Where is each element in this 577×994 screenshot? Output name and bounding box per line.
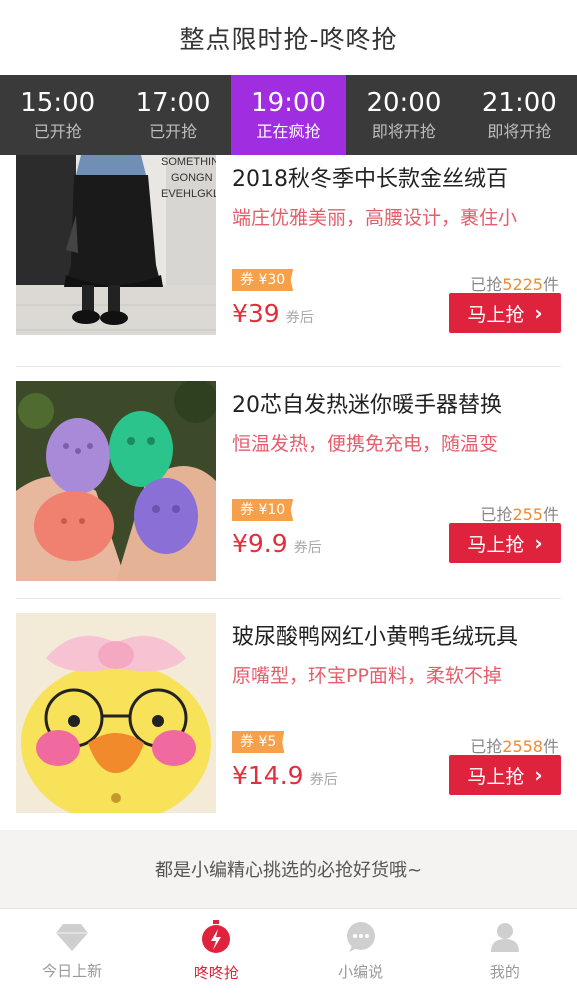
product-item[interactable]: 玻尿酸鸭网红小黄鸭毛绒玩具 原嘴型，环宝PP面料，柔软不掉 券 ¥5 已抢255… bbox=[0, 599, 577, 830]
sold-suffix: 件 bbox=[542, 737, 559, 756]
product-image-yellow-duck[interactable] bbox=[16, 613, 216, 813]
page-header: 整点限时抢-咚咚抢 bbox=[0, 0, 577, 75]
price-value: ¥14.9 bbox=[232, 761, 304, 790]
sold-suffix: 件 bbox=[542, 505, 559, 524]
product-image-hand-warmers[interactable] bbox=[16, 381, 216, 581]
product-image-skirt[interactable]: SOMETHIN GONGN EVEHLGKLY bbox=[16, 155, 216, 335]
chevron-right-icon: › bbox=[534, 301, 543, 325]
product-desc: 原嘴型，环宝PP面料，柔软不掉 bbox=[232, 665, 502, 687]
grab-now-button[interactable]: 马上抢 › bbox=[449, 293, 561, 333]
sold-number: 5225 bbox=[502, 275, 543, 294]
product-title[interactable]: 20芯自发热迷你暖手器替换 bbox=[232, 387, 563, 419]
nav-editor-says[interactable]: 小编说 bbox=[289, 909, 433, 994]
page-title: 整点限时抢-咚咚抢 bbox=[179, 24, 398, 54]
product-item[interactable]: SOMETHIN GONGN EVEHLGKLY 2018秋冬季中长款金丝绒百 … bbox=[0, 155, 577, 367]
time-tab-time: 19:00 bbox=[251, 88, 326, 118]
grab-button-label: 马上抢 bbox=[467, 765, 525, 788]
time-tab-status: 即将开抢 bbox=[371, 122, 436, 141]
nav-label: 今日上新 bbox=[42, 962, 103, 980]
time-tab-2100[interactable]: 21:00 即将开抢 bbox=[462, 75, 577, 155]
grab-button-label: 马上抢 bbox=[467, 303, 525, 326]
product-title[interactable]: 2018秋冬季中长款金丝绒百 bbox=[232, 161, 563, 193]
nav-label: 小编说 bbox=[338, 963, 384, 981]
sold-prefix: 已抢 bbox=[480, 505, 513, 524]
sold-prefix: 已抢 bbox=[470, 737, 503, 756]
time-tab-2000[interactable]: 20:00 即将开抢 bbox=[346, 75, 461, 155]
price-after-coupon: 券后 bbox=[293, 540, 322, 556]
grab-now-button[interactable]: 马上抢 › bbox=[449, 755, 561, 795]
coupon-badge: 券 ¥30 bbox=[232, 269, 294, 291]
time-tab-status: 已开抢 bbox=[149, 122, 198, 141]
product-desc: 恒温发热，便携免充电，随温变 bbox=[232, 433, 499, 455]
sold-prefix: 已抢 bbox=[470, 275, 503, 294]
time-tab-status: 已开抢 bbox=[33, 122, 82, 141]
chevron-right-icon: › bbox=[534, 763, 543, 787]
price-value: ¥39 bbox=[232, 299, 280, 328]
sold-suffix: 件 bbox=[542, 275, 559, 294]
price-after-coupon: 券后 bbox=[309, 772, 338, 788]
product-list[interactable]: SOMETHIN GONGN EVEHLGKLY 2018秋冬季中长款金丝绒百 … bbox=[0, 155, 577, 830]
sold-number: 255 bbox=[512, 505, 543, 524]
sold-number: 2558 bbox=[502, 737, 543, 756]
grab-button-label: 马上抢 bbox=[467, 533, 525, 556]
product-desc: 端庄优雅美丽，高腰设计，裹住小 bbox=[232, 207, 518, 229]
chat-icon bbox=[344, 921, 378, 957]
nav-label: 我的 bbox=[489, 963, 520, 981]
product-item[interactable]: 20芯自发热迷你暖手器替换 恒温发热，便携免充电，随温变 券 ¥10 已抢255… bbox=[0, 367, 577, 599]
product-price: ¥39 券后 bbox=[232, 299, 314, 328]
product-price: ¥9.9 券后 bbox=[232, 529, 322, 558]
nav-mine[interactable]: 我的 bbox=[433, 909, 577, 994]
product-price: ¥14.9 券后 bbox=[232, 761, 338, 790]
coupon-badge: 券 ¥10 bbox=[232, 499, 294, 521]
diamond-icon bbox=[55, 922, 89, 956]
sold-count: 已抢2558件 bbox=[470, 733, 559, 757]
bottom-tab-bar: 今日上新 咚咚抢 小编说 我的 bbox=[0, 908, 577, 994]
time-tab-time: 20:00 bbox=[366, 88, 442, 118]
chevron-right-icon: › bbox=[534, 531, 543, 555]
time-tab-time: 17:00 bbox=[135, 88, 211, 118]
time-tab-1900[interactable]: 19:00 正在疯抢 bbox=[230, 75, 347, 155]
nav-label: 咚咚抢 bbox=[193, 964, 239, 982]
nav-today-new[interactable]: 今日上新 bbox=[0, 909, 144, 994]
sold-count: 已抢255件 bbox=[480, 501, 559, 525]
grab-now-button[interactable]: 马上抢 › bbox=[449, 523, 561, 563]
time-tab-1500[interactable]: 15:00 已开抢 bbox=[0, 75, 115, 155]
photo-wall-text: GONGN bbox=[171, 172, 213, 184]
photo-wall-text: EVEHLGKLY bbox=[161, 188, 216, 200]
time-tab-status: 正在疯抢 bbox=[256, 122, 321, 141]
price-after-coupon: 券后 bbox=[285, 310, 314, 326]
nav-dongdong[interactable]: 咚咚抢 bbox=[144, 909, 288, 994]
time-slot-tabs: 15:00 已开抢 17:00 已开抢 19:00 正在疯抢 20:00 即将开… bbox=[0, 75, 577, 155]
time-tab-1700[interactable]: 17:00 已开抢 bbox=[115, 75, 230, 155]
price-value: ¥9.9 bbox=[232, 529, 288, 558]
coupon-badge: 券 ¥5 bbox=[232, 731, 285, 753]
time-tab-status: 即将开抢 bbox=[487, 122, 552, 141]
footer-note: 都是小编精心挑选的必抢好货哦~ bbox=[0, 830, 577, 908]
stopwatch-icon bbox=[199, 920, 233, 958]
time-tab-time: 15:00 bbox=[20, 88, 96, 118]
user-icon bbox=[489, 921, 521, 957]
photo-wall-text: SOMETHIN bbox=[161, 156, 216, 168]
product-title[interactable]: 玻尿酸鸭网红小黄鸭毛绒玩具 bbox=[232, 619, 563, 651]
sold-count: 已抢5225件 bbox=[470, 271, 559, 295]
time-tab-time: 21:00 bbox=[481, 88, 557, 118]
